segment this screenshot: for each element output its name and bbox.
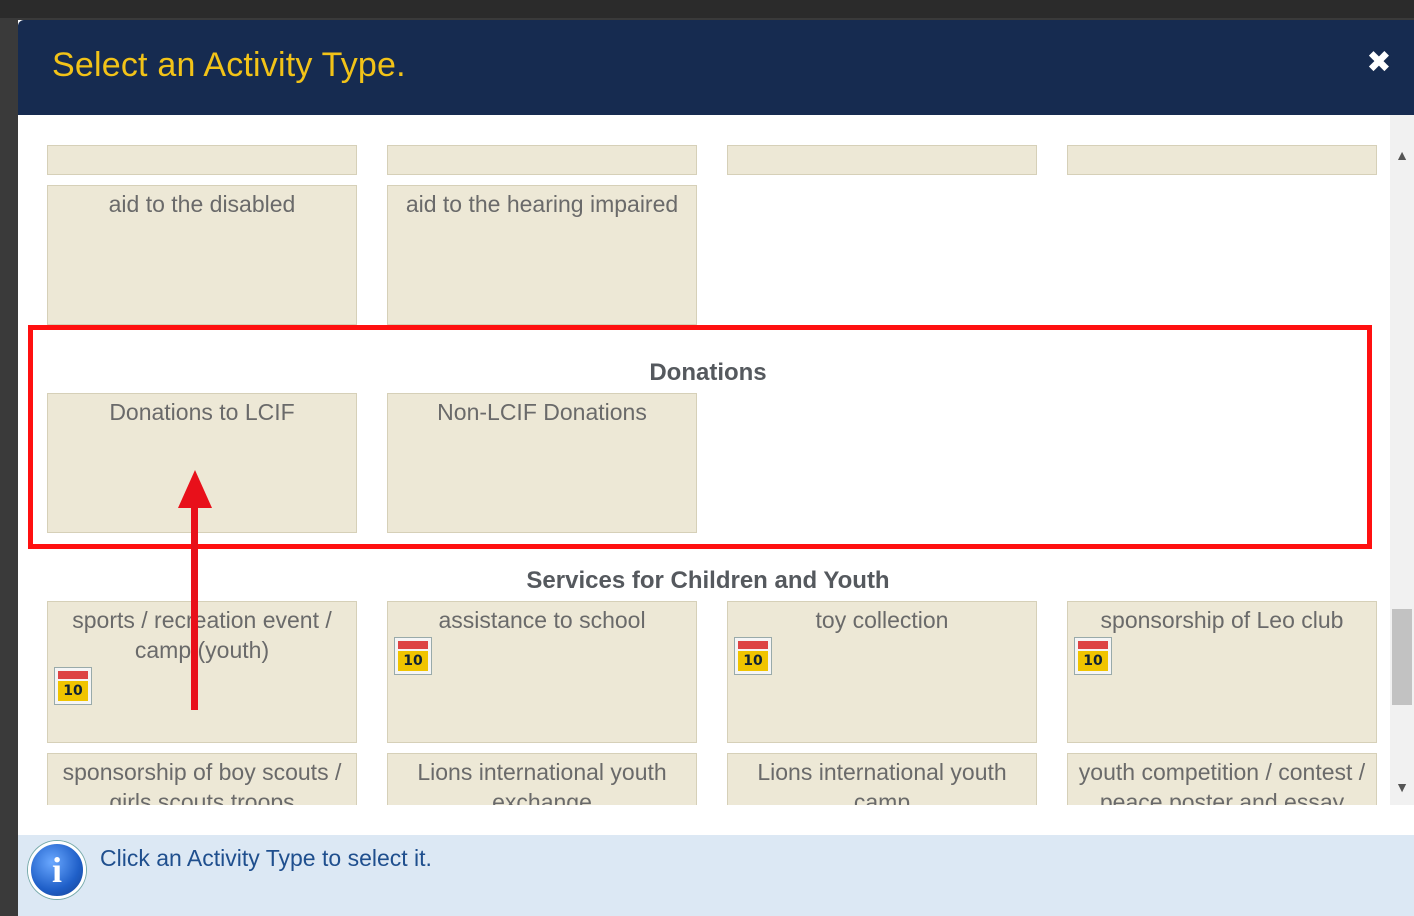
annotation-arrow-shaft [191, 500, 198, 710]
simple-service-badge-icon: 10 [54, 667, 92, 705]
modal-title: Select an Activity Type. [52, 46, 406, 84]
tile-lions-youth-exchange[interactable]: Lions international youth exchange [387, 753, 697, 805]
tile-label: aid to the hearing impaired [405, 191, 679, 217]
tile-sponsorship-boy-scouts[interactable]: sponsorship of boy scouts / girls scouts… [47, 753, 357, 805]
tile-label: toy collection [815, 607, 949, 633]
tile-sports-recreation[interactable]: sports / recreation event / camp (youth)… [47, 601, 357, 743]
simple-service-badge-icon: 10 [394, 637, 432, 675]
tile-youth-competition[interactable]: youth competition / contest / peace post… [1067, 753, 1377, 805]
info-icon: i [28, 841, 86, 899]
tile-donations-to-lcif[interactable]: Donations to LCIF [47, 393, 357, 533]
activity-tile[interactable] [727, 145, 1037, 175]
page-backdrop [0, 0, 1414, 18]
activity-type-modal: Select an Activity Type. ✖ aid to the di… [18, 20, 1414, 916]
activity-tile[interactable] [47, 145, 357, 175]
scroll-up-icon[interactable]: ▲ [1390, 143, 1414, 167]
section-title-donations: Donations [649, 359, 767, 386]
tile-label: sponsorship of Leo club [1100, 607, 1344, 633]
simple-service-badge-icon: 10 [1074, 637, 1112, 675]
tile-toy-collection[interactable]: toy collection 10 [727, 601, 1037, 743]
tile-label: Non-LCIF Donations [437, 399, 647, 425]
section-title-children-youth: Services for Children and Youth [526, 567, 890, 594]
tile-non-lcif-donations[interactable]: Non-LCIF Donations [387, 393, 697, 533]
tile-label: aid to the disabled [108, 191, 296, 217]
tile-sponsorship-leo-club[interactable]: sponsorship of Leo club 10 [1067, 601, 1377, 743]
tile-label: sponsorship of boy scouts / girls scouts… [62, 759, 342, 805]
vertical-scrollbar[interactable]: ▲ ▼ [1390, 115, 1414, 805]
tile-assistance-to-school[interactable]: assistance to school 10 [387, 601, 697, 743]
modal-header: Select an Activity Type. ✖ [18, 20, 1414, 115]
tile-label: youth competition / contest / peace post… [1078, 759, 1366, 805]
simple-service-badge-icon: 10 [734, 637, 772, 675]
footer-message: Click an Activity Type to select it. [100, 845, 432, 871]
modal-footer: i Click an Activity Type to select it. [18, 835, 1414, 916]
tile-label: assistance to school [438, 607, 646, 633]
tile-aid-to-the-disabled[interactable]: aid to the disabled [47, 185, 357, 325]
tile-label: Lions international youth exchange [417, 759, 667, 805]
activity-tile[interactable] [1067, 145, 1377, 175]
activity-tile[interactable] [387, 145, 697, 175]
scrollbar-thumb[interactable] [1392, 609, 1412, 705]
tile-label: Donations to LCIF [109, 399, 295, 425]
tile-label: Lions international youth camp [757, 759, 1007, 805]
tile-lions-youth-camp[interactable]: Lions international youth camp [727, 753, 1037, 805]
scroll-down-icon[interactable]: ▼ [1390, 775, 1414, 799]
activity-list[interactable]: aid to the disabled aid to the hearing i… [18, 115, 1414, 805]
tile-label: sports / recreation event / camp (youth) [72, 607, 332, 663]
close-icon[interactable]: ✖ [1364, 48, 1394, 78]
tile-aid-to-the-hearing-impaired[interactable]: aid to the hearing impaired [387, 185, 697, 325]
